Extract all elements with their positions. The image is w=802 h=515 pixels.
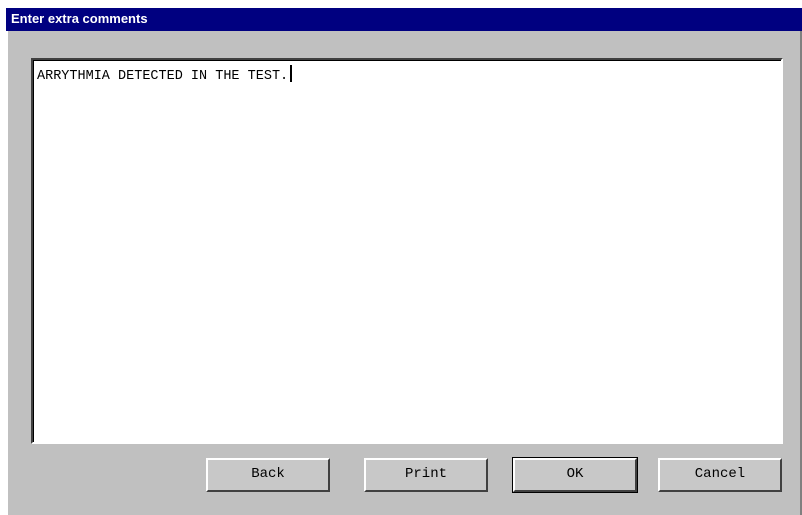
back-button[interactable]: Back [206,458,330,492]
comments-dialog: Enter extra comments ARRYTHMIA DETECTED … [0,0,802,515]
dialog-body: ARRYTHMIA DETECTED IN THE TEST. Back Pri… [6,31,802,515]
window-title: Enter extra comments [11,11,148,26]
ok-button[interactable]: OK [512,457,638,493]
title-bar[interactable]: Enter extra comments [6,8,802,31]
comment-text: ARRYTHMIA DETECTED IN THE TEST. [37,69,289,84]
comments-textarea[interactable]: ARRYTHMIA DETECTED IN THE TEST. [31,58,783,444]
print-button[interactable]: Print [364,458,488,492]
cancel-button[interactable]: Cancel [658,458,782,492]
comment-text-line: ARRYTHMIA DETECTED IN THE TEST. [37,65,293,85]
text-cursor [290,65,293,82]
